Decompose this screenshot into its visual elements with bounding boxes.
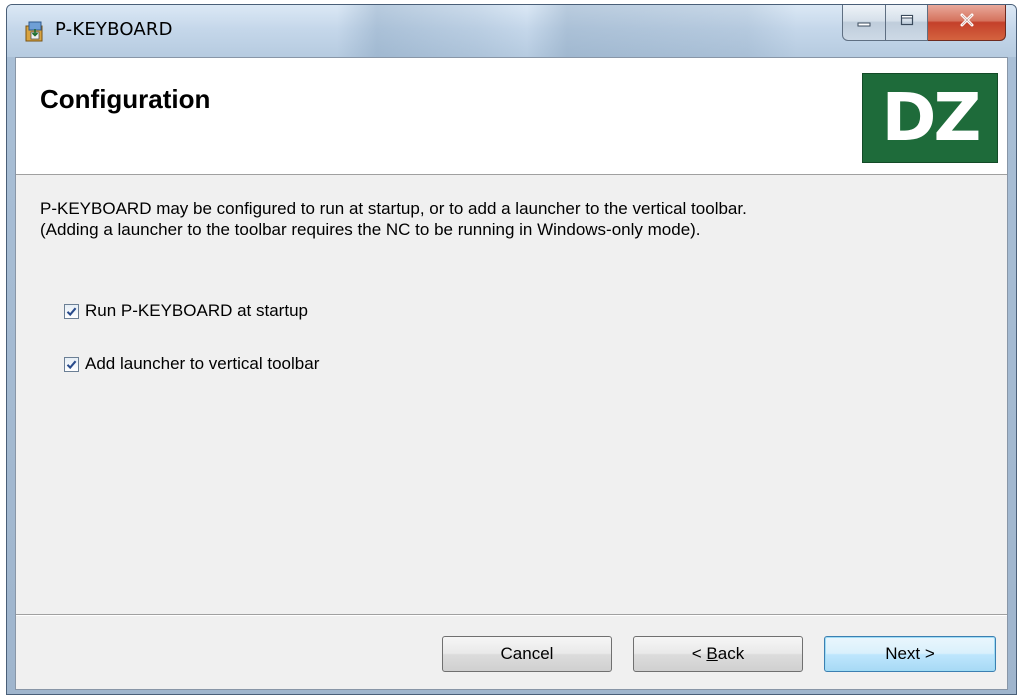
page-title: Configuration xyxy=(40,84,211,114)
title-bar[interactable]: P-KEYBOARD xyxy=(7,5,1016,57)
back-button-accelerator: B xyxy=(706,644,718,663)
footer-divider xyxy=(16,614,1007,616)
description-line-1: P-KEYBOARD may be configured to run at s… xyxy=(40,199,747,218)
close-button[interactable] xyxy=(928,5,1006,41)
back-button-rest: ack xyxy=(717,644,745,663)
add-launcher-label[interactable]: Add launcher to vertical toolbar xyxy=(85,354,319,374)
add-launcher-option[interactable]: Add launcher to vertical toolbar xyxy=(64,354,319,374)
close-icon xyxy=(958,12,976,33)
run-at-startup-label[interactable]: Run P-KEYBOARD at startup xyxy=(85,301,308,321)
installer-icon xyxy=(23,20,47,44)
caption-buttons xyxy=(842,5,1006,45)
back-button-prefix: < xyxy=(691,644,707,663)
maximize-icon xyxy=(899,13,915,32)
installer-window: P-KEYBOARD Configuration DZ P-KEYBOARD m… xyxy=(6,4,1017,695)
dialog-client-area: Configuration DZ P-KEYBOARD may be confi… xyxy=(15,57,1008,690)
logo-text: DZ xyxy=(881,79,982,156)
minimize-button[interactable] xyxy=(842,5,886,41)
checkmark-icon xyxy=(66,307,77,316)
header-banner: Configuration DZ xyxy=(16,58,1007,175)
window-title: P-KEYBOARD xyxy=(55,19,173,40)
run-at-startup-checkbox[interactable] xyxy=(64,303,79,319)
checkmark-icon xyxy=(66,360,77,369)
back-button[interactable]: < Back xyxy=(633,636,803,672)
cancel-button[interactable]: Cancel xyxy=(442,636,612,672)
run-at-startup-option[interactable]: Run P-KEYBOARD at startup xyxy=(64,301,308,321)
dz-logo: DZ xyxy=(862,73,998,163)
minimize-icon xyxy=(856,14,872,32)
maximize-button[interactable] xyxy=(886,5,928,41)
description-line-2: (Adding a launcher to the toolbar requir… xyxy=(40,220,701,239)
add-launcher-checkbox[interactable] xyxy=(64,356,79,372)
description-text: P-KEYBOARD may be configured to run at s… xyxy=(40,198,980,240)
next-button[interactable]: Next > xyxy=(824,636,996,672)
